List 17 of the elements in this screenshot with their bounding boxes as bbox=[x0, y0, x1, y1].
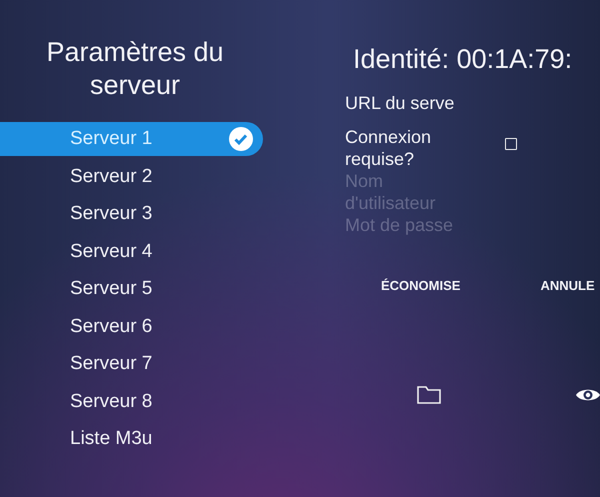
check-icon bbox=[229, 127, 253, 151]
url-label[interactable]: URL du serve bbox=[345, 92, 600, 114]
server-item[interactable]: Serveur 3 bbox=[0, 197, 263, 231]
login-label: Connexion requise? bbox=[345, 126, 432, 170]
server-item[interactable]: Serveur 4 bbox=[0, 234, 263, 268]
sidebar-title: Paramètres du serveur bbox=[45, 36, 225, 102]
server-item[interactable]: Serveur 5 bbox=[0, 272, 263, 306]
server-item[interactable]: Serveur 2 bbox=[0, 160, 263, 194]
action-button[interactable]: ANNULE bbox=[540, 278, 595, 293]
login-checkbox[interactable] bbox=[505, 138, 517, 150]
identity-text: Identité: 00:1A:79: bbox=[353, 44, 574, 76]
server-item[interactable]: Serveur 8 bbox=[0, 384, 263, 418]
server-item[interactable]: Liste M3u bbox=[0, 422, 263, 456]
action-button[interactable]: ÉCONOMISE bbox=[381, 278, 460, 293]
server-item[interactable]: Serveur 7 bbox=[0, 347, 263, 381]
folder-icon[interactable] bbox=[417, 385, 441, 404]
server-item[interactable]: Serveur 6 bbox=[0, 310, 263, 344]
